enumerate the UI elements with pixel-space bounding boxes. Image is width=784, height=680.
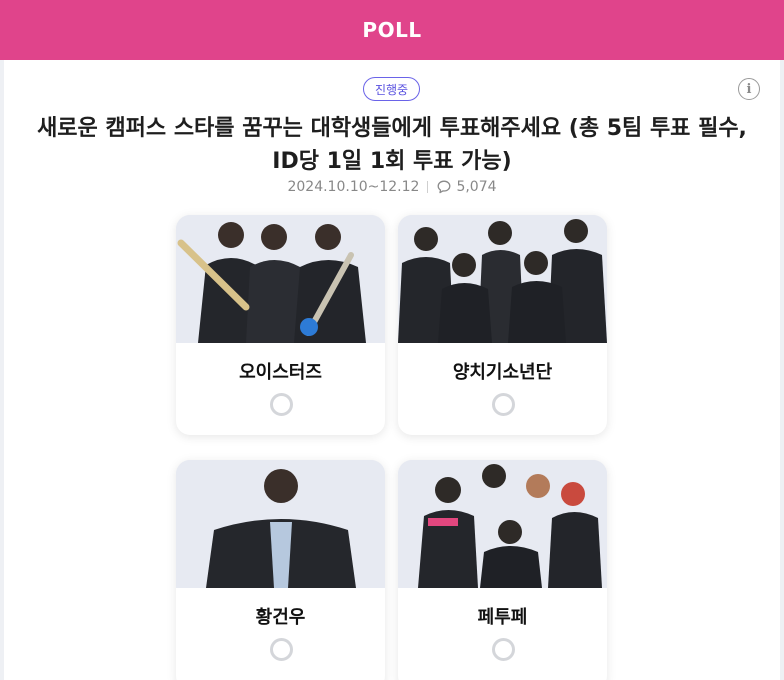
poll-meta: 2024.10.10~12.12 5,074 bbox=[4, 177, 780, 197]
poll-title: 새로운 캠퍼스 스타를 꿈꾸는 대학생들에게 투표해주세요 (총 5팀 투표 필… bbox=[34, 112, 750, 178]
app-header: POLL bbox=[0, 0, 784, 60]
candidate-name: 양치기소년단 bbox=[452, 362, 553, 383]
candidate-card[interactable]: 페투페 bbox=[398, 460, 607, 680]
meta-divider bbox=[427, 181, 429, 193]
poll-panel: 진행중 i 새로운 캠퍼스 스타를 꿈꾸는 대학생들에게 투표해주세요 (총 5… bbox=[4, 60, 780, 680]
vote-radio[interactable] bbox=[492, 638, 515, 661]
comment-count: 5,074 bbox=[456, 179, 497, 195]
candidate-card[interactable]: 황건우 bbox=[176, 460, 385, 680]
status-badge: 진행중 bbox=[363, 77, 420, 101]
candidate-card[interactable]: 오이스터즈 bbox=[176, 215, 385, 435]
poll-period: 2024.10.10~12.12 bbox=[287, 179, 420, 195]
info-icon[interactable]: i bbox=[738, 78, 760, 100]
candidate-name: 오이스터즈 bbox=[239, 362, 322, 383]
comment-icon bbox=[437, 180, 451, 194]
candidate-card[interactable]: 양치기소년단 bbox=[398, 215, 607, 435]
vote-radio[interactable] bbox=[270, 393, 293, 416]
vote-radio[interactable] bbox=[270, 638, 293, 661]
candidate-photo bbox=[176, 460, 385, 588]
poll-title-line-1: 새로운 캠퍼스 스타를 꿈꾸는 대학생들에게 투표해주세요 (총 5팀 투표 필… bbox=[37, 116, 747, 141]
vote-radio[interactable] bbox=[492, 393, 515, 416]
poll-title-line-2: ID당 1일 1회 투표 가능) bbox=[272, 149, 512, 174]
candidate-photo bbox=[176, 215, 385, 343]
candidate-name: 황건우 bbox=[255, 607, 306, 628]
header-title: POLL bbox=[362, 18, 422, 42]
candidate-photo bbox=[398, 460, 607, 588]
candidate-name: 페투페 bbox=[477, 607, 528, 628]
comment-link[interactable]: 5,074 bbox=[436, 179, 497, 195]
candidate-photo bbox=[398, 215, 607, 343]
